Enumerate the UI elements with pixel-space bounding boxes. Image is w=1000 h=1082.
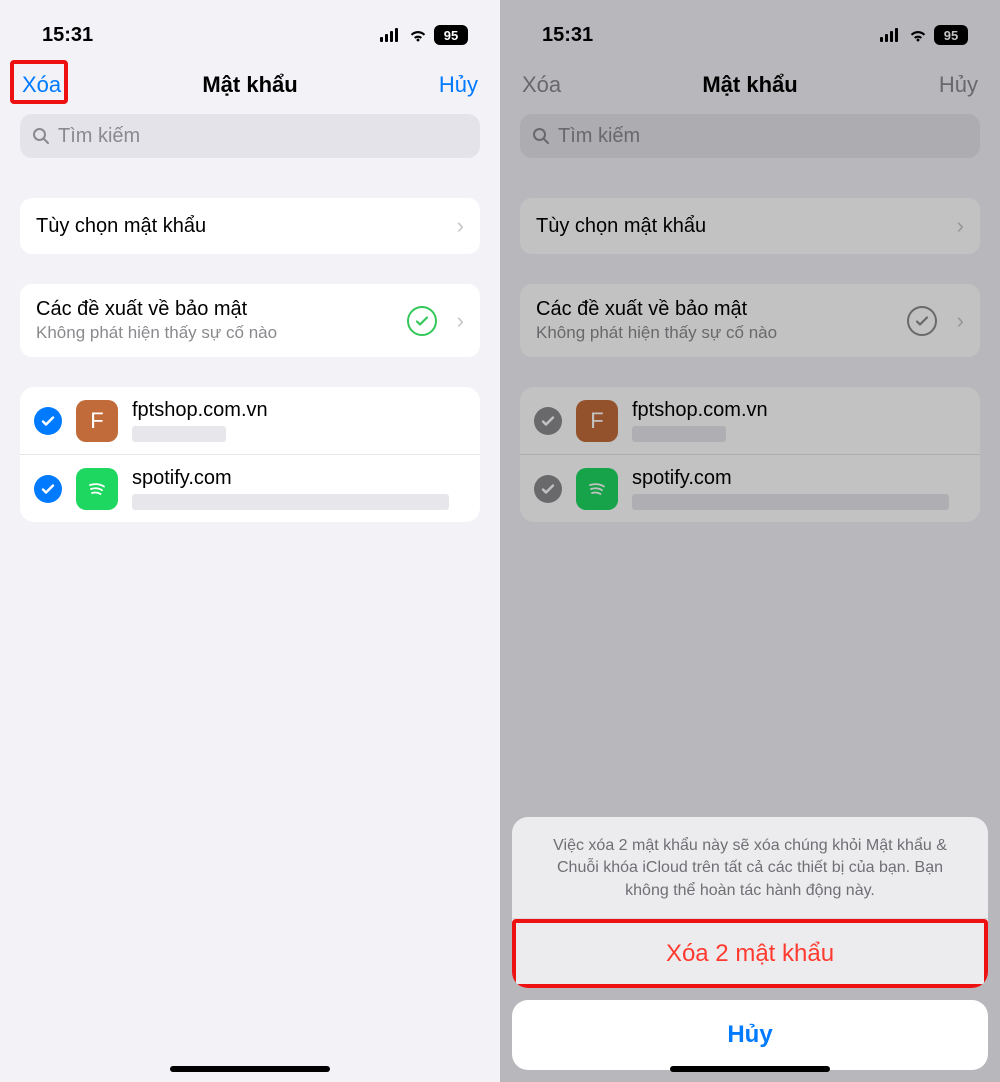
cancel-button: Hủy [939,72,978,98]
password-row[interactable]: F fptshop.com.vn [20,387,480,454]
search-container: Tìm kiếm [500,114,1000,168]
security-subtitle: Không phát hiện thấy sự cố nào [536,323,777,343]
screen-edit-mode: 15:31 95 Xóa Mật khẩu Hủy Tìm kiếm Tùy c… [0,0,500,1082]
status-time: 15:31 [42,24,93,47]
site-icon: F [576,400,618,442]
cancel-button[interactable]: Hủy [439,72,478,98]
password-site: fptshop.com.vn [632,399,966,422]
action-sheet: Việc xóa 2 mật khẩu này sẽ xóa chúng khỏ… [512,817,988,1070]
battery-badge: 95 [434,25,468,45]
selected-checkmark-icon [534,407,562,435]
selected-checkmark-icon[interactable] [34,407,62,435]
password-options-label: Tùy chọn mật khẩu [536,215,706,238]
password-site: spotify.com [632,467,966,490]
checkmark-circle-icon [407,306,437,336]
chevron-right-icon: › [957,308,964,334]
password-row[interactable]: spotify.com [20,454,480,522]
signal-icon [380,28,402,42]
security-subtitle: Không phát hiện thấy sự cố nào [36,323,277,343]
search-input[interactable]: Tìm kiếm [20,114,480,158]
checkmark-circle-icon [907,306,937,336]
search-container: Tìm kiếm [0,114,500,168]
home-indicator[interactable] [670,1066,830,1072]
password-site: fptshop.com.vn [132,399,466,422]
nav-bar: Xóa Mật khẩu Hủy [500,56,1000,114]
security-group: Các đề xuất về bảo mật Không phát hiện t… [520,284,980,357]
confirm-delete-button[interactable]: Xóa 2 mật khẩu [512,918,988,988]
selected-checkmark-icon[interactable] [34,475,62,503]
action-sheet-body: Việc xóa 2 mật khẩu này sẽ xóa chúng khỏ… [512,817,988,988]
password-options-row: Tùy chọn mật khẩu › [520,198,980,254]
delete-button[interactable]: Xóa [22,72,61,97]
wifi-icon [408,28,428,42]
password-username-redacted [632,494,949,510]
wifi-icon [908,28,928,42]
search-icon [532,127,550,145]
password-options-row[interactable]: Tùy chọn mật khẩu › [20,198,480,254]
chevron-right-icon: › [457,213,464,239]
nav-bar: Xóa Mật khẩu Hủy [0,56,500,114]
spotify-icon [576,468,618,510]
site-icon: F [76,400,118,442]
password-options-label: Tùy chọn mật khẩu [36,215,206,238]
password-list: F fptshop.com.vn spotify.com [20,387,480,522]
search-placeholder: Tìm kiếm [58,125,140,148]
nav-title: Mật khẩu [702,72,797,98]
search-placeholder: Tìm kiếm [558,125,640,148]
options-group: Tùy chọn mật khẩu › [20,198,480,254]
signal-icon [880,28,902,42]
chevron-right-icon: › [957,213,964,239]
action-sheet-message: Việc xóa 2 mật khẩu này sẽ xóa chúng khỏ… [512,817,988,918]
password-row: spotify.com [520,454,980,522]
chevron-right-icon: › [457,308,464,334]
password-text: fptshop.com.vn [632,399,966,442]
status-indicators: 95 [380,25,468,45]
password-username-redacted [632,426,726,442]
options-group: Tùy chọn mật khẩu › [520,198,980,254]
password-text: fptshop.com.vn [132,399,466,442]
confirm-delete-label: Xóa 2 mật khẩu [666,940,834,968]
password-site: spotify.com [132,467,466,490]
password-row: F fptshop.com.vn [520,387,980,454]
home-indicator[interactable] [170,1066,330,1072]
security-text: Các đề xuất về bảo mật Không phát hiện t… [36,298,277,343]
screen-confirm-delete: 15:31 95 Xóa Mật khẩu Hủy Tìm kiếm Tùy c… [500,0,1000,1082]
status-time: 15:31 [542,24,593,47]
spotify-icon [76,468,118,510]
nav-title: Mật khẩu [202,72,297,98]
password-text: spotify.com [132,467,466,510]
security-title: Các đề xuất về bảo mật [536,298,777,321]
security-recommendations-row[interactable]: Các đề xuất về bảo mật Không phát hiện t… [20,284,480,357]
status-bar: 15:31 95 [500,0,1000,56]
password-list: F fptshop.com.vn spotify.com [520,387,980,522]
security-group: Các đề xuất về bảo mật Không phát hiện t… [20,284,480,357]
security-recommendations-row: Các đề xuất về bảo mật Không phát hiện t… [520,284,980,357]
password-username-redacted [132,494,449,510]
password-username-redacted [132,426,226,442]
selected-checkmark-icon [534,475,562,503]
sheet-cancel-button[interactable]: Hủy [512,1000,988,1070]
search-icon [32,127,50,145]
status-bar: 15:31 95 [0,0,500,56]
password-text: spotify.com [632,467,966,510]
sheet-cancel-label: Hủy [727,1021,772,1049]
search-input: Tìm kiếm [520,114,980,158]
security-text: Các đề xuất về bảo mật Không phát hiện t… [536,298,777,343]
delete-button: Xóa [522,72,561,98]
status-indicators: 95 [880,25,968,45]
security-title: Các đề xuất về bảo mật [36,298,277,321]
battery-badge: 95 [934,25,968,45]
